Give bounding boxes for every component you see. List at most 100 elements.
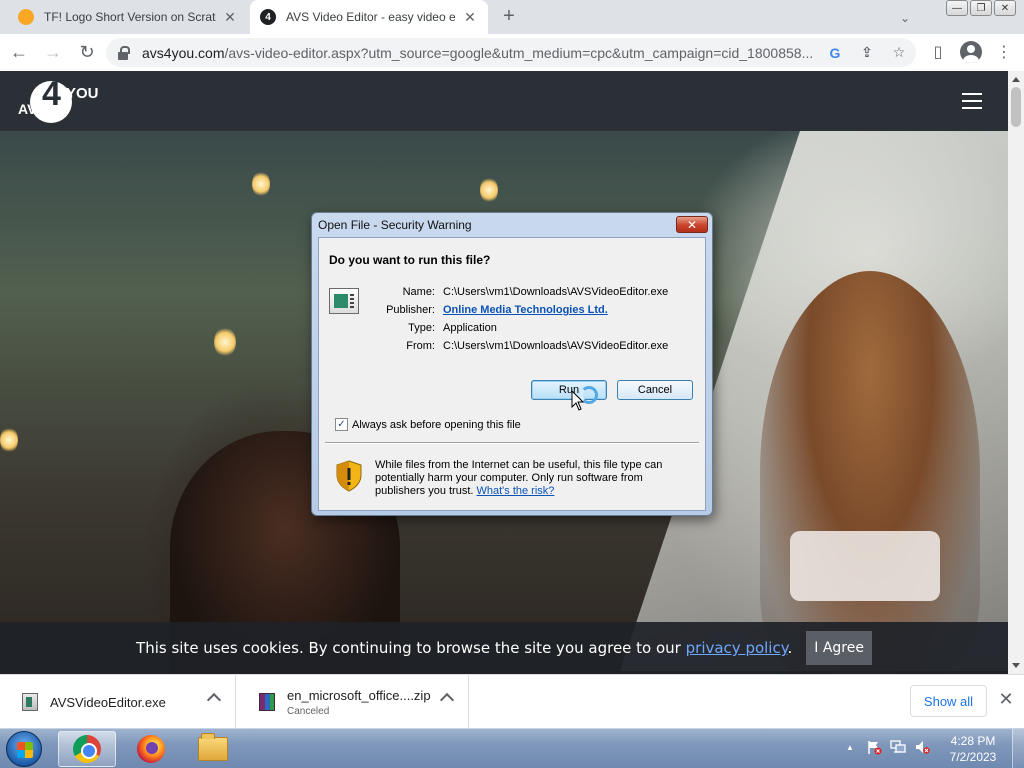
network-icon[interactable] bbox=[890, 739, 906, 755]
maximize-button[interactable]: ❐ bbox=[970, 0, 992, 16]
forward-button[interactable]: → bbox=[38, 38, 68, 68]
profile-avatar-icon[interactable] bbox=[960, 41, 982, 63]
tab-title: AVS Video Editor - easy video ed bbox=[286, 10, 456, 24]
toolbar-right: ▯ ⋮ bbox=[926, 38, 1016, 66]
google-translate-icon[interactable]: G bbox=[826, 44, 844, 62]
dialog-body: Do you want to run this file? Name: C:\U… bbox=[318, 237, 706, 511]
bookmark-star-icon[interactable]: ☆ bbox=[890, 44, 908, 62]
executable-file-icon bbox=[329, 288, 359, 314]
taskbar-chrome[interactable] bbox=[58, 731, 116, 767]
tab-avs-video-editor[interactable]: 4 AVS Video Editor - easy video ed ✕ bbox=[250, 0, 488, 34]
from-label: From: bbox=[406, 340, 435, 352]
always-ask-row[interactable]: ✓ Always ask before opening this file bbox=[335, 418, 521, 431]
always-ask-checkbox[interactable]: ✓ bbox=[335, 418, 348, 431]
windows-logo-icon bbox=[17, 742, 33, 758]
clock-date: 7/2/2023 bbox=[949, 750, 997, 764]
show-hidden-icons-icon[interactable]: ▲ bbox=[842, 739, 858, 755]
close-shelf-icon[interactable]: ✕ bbox=[998, 690, 1014, 708]
address-bar[interactable]: avs4you.com/avs-video-editor.aspx?utm_so… bbox=[106, 38, 916, 67]
windows-taskbar: ▲ 4:28 PM 7/2/2023 bbox=[0, 728, 1024, 768]
page-scrollbar[interactable] bbox=[1008, 71, 1024, 674]
publisher-link[interactable]: Online Media Technologies Ltd. bbox=[443, 304, 693, 316]
mouse-cursor-icon bbox=[571, 390, 585, 411]
tab-title: TF! Logo Short Version on Scratc bbox=[44, 10, 216, 24]
tab-search-button[interactable]: ⌄ bbox=[895, 8, 915, 28]
string-light bbox=[0, 427, 18, 453]
new-tab-button[interactable]: + bbox=[498, 6, 520, 28]
download-name: AVSVideoEditor.exe bbox=[50, 694, 166, 710]
lock-icon[interactable] bbox=[118, 45, 130, 60]
minimize-button[interactable]: — bbox=[946, 0, 968, 16]
cookie-message: This site uses cookies. By continuing to… bbox=[136, 639, 792, 657]
whats-the-risk-link[interactable]: What's the risk? bbox=[477, 485, 555, 497]
reload-button[interactable]: ↻ bbox=[72, 38, 102, 68]
system-clock[interactable]: 4:28 PM 7/2/2023 bbox=[946, 733, 1000, 765]
from-value: C:\Users\vm1\Downloads\AVSVideoEditor.ex… bbox=[443, 340, 669, 352]
tab-scratch[interactable]: TF! Logo Short Version on Scratc ✕ bbox=[8, 0, 248, 34]
start-button[interactable] bbox=[6, 731, 42, 767]
share-icon[interactable]: ⇪ bbox=[858, 44, 876, 62]
site-header: 4 AVS YOU bbox=[0, 71, 1008, 131]
logo-avs: AVS bbox=[18, 101, 46, 117]
privacy-policy-link[interactable]: privacy policy bbox=[686, 639, 788, 657]
security-shield-icon bbox=[336, 460, 362, 492]
name-value: C:\Users\vm1\Downloads\AVSVideoEditor.ex… bbox=[443, 286, 669, 298]
chrome-icon bbox=[73, 735, 101, 763]
string-light bbox=[480, 177, 498, 203]
type-value: Application bbox=[443, 322, 497, 334]
chevron-up-icon[interactable] bbox=[439, 692, 455, 708]
hamburger-menu-icon[interactable] bbox=[962, 93, 982, 109]
avs4you-icon: 4 bbox=[260, 9, 276, 25]
taskbar-firefox[interactable] bbox=[122, 731, 180, 767]
url-host: avs4you.com bbox=[142, 44, 225, 61]
dialog-close-button[interactable]: ✕ bbox=[676, 216, 708, 233]
tab-strip: TF! Logo Short Version on Scratc ✕ 4 AVS… bbox=[0, 0, 1024, 34]
dialog-title: Open File - Security Warning bbox=[318, 218, 472, 232]
security-warning-dialog: Open File - Security Warning ✕ Do you wa… bbox=[311, 212, 713, 516]
dialog-divider bbox=[325, 442, 699, 444]
tab-close-icon[interactable]: ✕ bbox=[462, 9, 478, 25]
scroll-thumb[interactable] bbox=[1011, 87, 1021, 127]
folder-icon bbox=[198, 733, 228, 761]
cookie-end: . bbox=[787, 639, 793, 657]
clock-time: 4:28 PM bbox=[950, 734, 996, 748]
action-center-flag-icon[interactable] bbox=[866, 739, 882, 755]
type-label: Type: bbox=[408, 322, 435, 334]
close-window-button[interactable]: ✕ bbox=[994, 0, 1016, 16]
logo-you: YOU bbox=[66, 85, 99, 102]
scroll-down-arrow-icon[interactable] bbox=[1012, 663, 1020, 668]
avs4you-logo[interactable]: 4 AVS YOU bbox=[18, 75, 99, 123]
taskbar-explorer[interactable] bbox=[184, 731, 242, 767]
show-desktop-button[interactable] bbox=[1012, 729, 1024, 768]
scroll-up-arrow-icon[interactable] bbox=[1012, 77, 1020, 82]
publisher-label: Publisher: bbox=[386, 304, 435, 316]
tab-close-icon[interactable]: ✕ bbox=[222, 9, 238, 25]
back-button[interactable]: ← bbox=[4, 38, 34, 68]
browser-toolbar: ← → ↻ avs4you.com/avs-video-editor.aspx?… bbox=[0, 34, 1024, 71]
download-status: Canceled bbox=[287, 705, 330, 717]
dialog-question: Do you want to run this file? bbox=[329, 253, 491, 267]
download-shelf: AVSVideoEditor.exe en_microsoft_office..… bbox=[0, 674, 1024, 729]
url-path: /avs-video-editor.aspx?utm_source=google… bbox=[224, 44, 814, 61]
window-controls: — ❐ ✕ bbox=[946, 0, 1016, 16]
chrome-menu-icon[interactable]: ⋮ bbox=[992, 38, 1016, 66]
side-panel-icon[interactable]: ▯ bbox=[926, 38, 950, 66]
cookie-text: This site uses cookies. By continuing to… bbox=[136, 639, 686, 657]
url-text[interactable]: avs4you.com/avs-video-editor.aspx?utm_so… bbox=[142, 45, 818, 61]
i-agree-button[interactable]: I Agree bbox=[806, 631, 872, 665]
download-name: en_microsoft_office....zip bbox=[287, 687, 431, 703]
string-light bbox=[252, 171, 270, 197]
download-item[interactable]: AVSVideoEditor.exe bbox=[0, 675, 236, 729]
show-all-button[interactable]: Show all bbox=[910, 685, 987, 717]
white-top bbox=[790, 531, 940, 601]
always-ask-label[interactable]: Always ask before opening this file bbox=[352, 419, 521, 431]
name-label: Name: bbox=[402, 286, 435, 298]
cancel-button[interactable]: Cancel bbox=[617, 380, 693, 400]
scratch-icon bbox=[18, 9, 34, 25]
download-item[interactable]: en_microsoft_office....zip Canceled bbox=[237, 675, 469, 729]
chevron-up-icon[interactable] bbox=[206, 692, 222, 708]
exe-file-icon bbox=[22, 693, 38, 711]
file-info: Name: C:\Users\vm1\Downloads\AVSVideoEdi… bbox=[377, 286, 693, 352]
volume-muted-icon[interactable] bbox=[914, 739, 930, 755]
download-info: en_microsoft_office....zip Canceled bbox=[287, 688, 431, 717]
